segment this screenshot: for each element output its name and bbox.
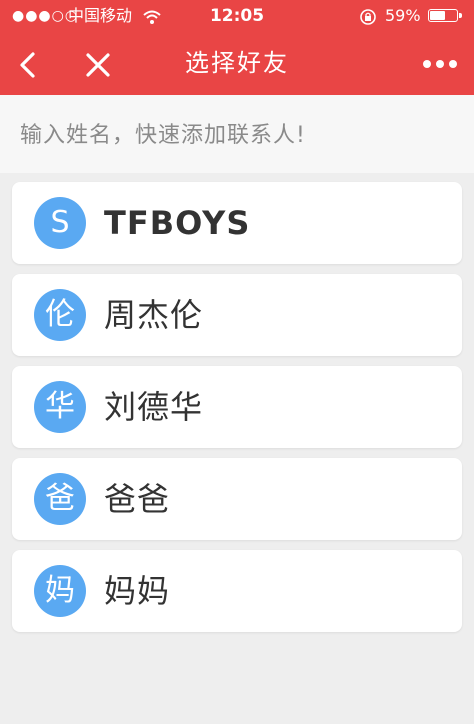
avatar: 伦: [34, 289, 86, 341]
contact-item[interactable]: 爸 爸爸: [12, 458, 462, 540]
navigation-bar: 选择好友: [0, 32, 474, 95]
page-title: 选择好友: [185, 49, 289, 77]
search-bar[interactable]: 输入姓名，快速添加联系人!: [0, 95, 474, 173]
battery-icon: [428, 9, 462, 22]
status-bar: ●●●○○ 中国移动 12:05 59%: [0, 0, 474, 32]
contact-item[interactable]: 妈 妈妈: [12, 550, 462, 632]
contact-name: 爸爸: [104, 480, 171, 518]
contact-name: TFBOYS: [104, 204, 251, 242]
avatar: 妈: [34, 565, 86, 617]
contact-item[interactable]: 华 刘德华: [12, 366, 462, 448]
contact-name: 刘德华: [104, 388, 204, 426]
battery-percent: 59%: [385, 6, 421, 25]
search-input[interactable]: 输入姓名，快速添加联系人!: [20, 117, 306, 149]
battery-level: [430, 11, 445, 20]
more-dots-icon: [423, 59, 457, 68]
contact-name: 妈妈: [104, 572, 171, 610]
avatar: 爸: [34, 473, 86, 525]
contact-item[interactable]: S TFBOYS: [12, 182, 462, 264]
header: ●●●○○ 中国移动 12:05 59% 选择好友: [0, 0, 474, 95]
rotation-lock-icon: [359, 0, 377, 32]
avatar: 华: [34, 381, 86, 433]
contact-item[interactable]: 伦 周杰伦: [12, 274, 462, 356]
contact-name: 周杰伦: [104, 296, 204, 334]
avatar: S: [34, 197, 86, 249]
more-button[interactable]: [420, 32, 460, 95]
